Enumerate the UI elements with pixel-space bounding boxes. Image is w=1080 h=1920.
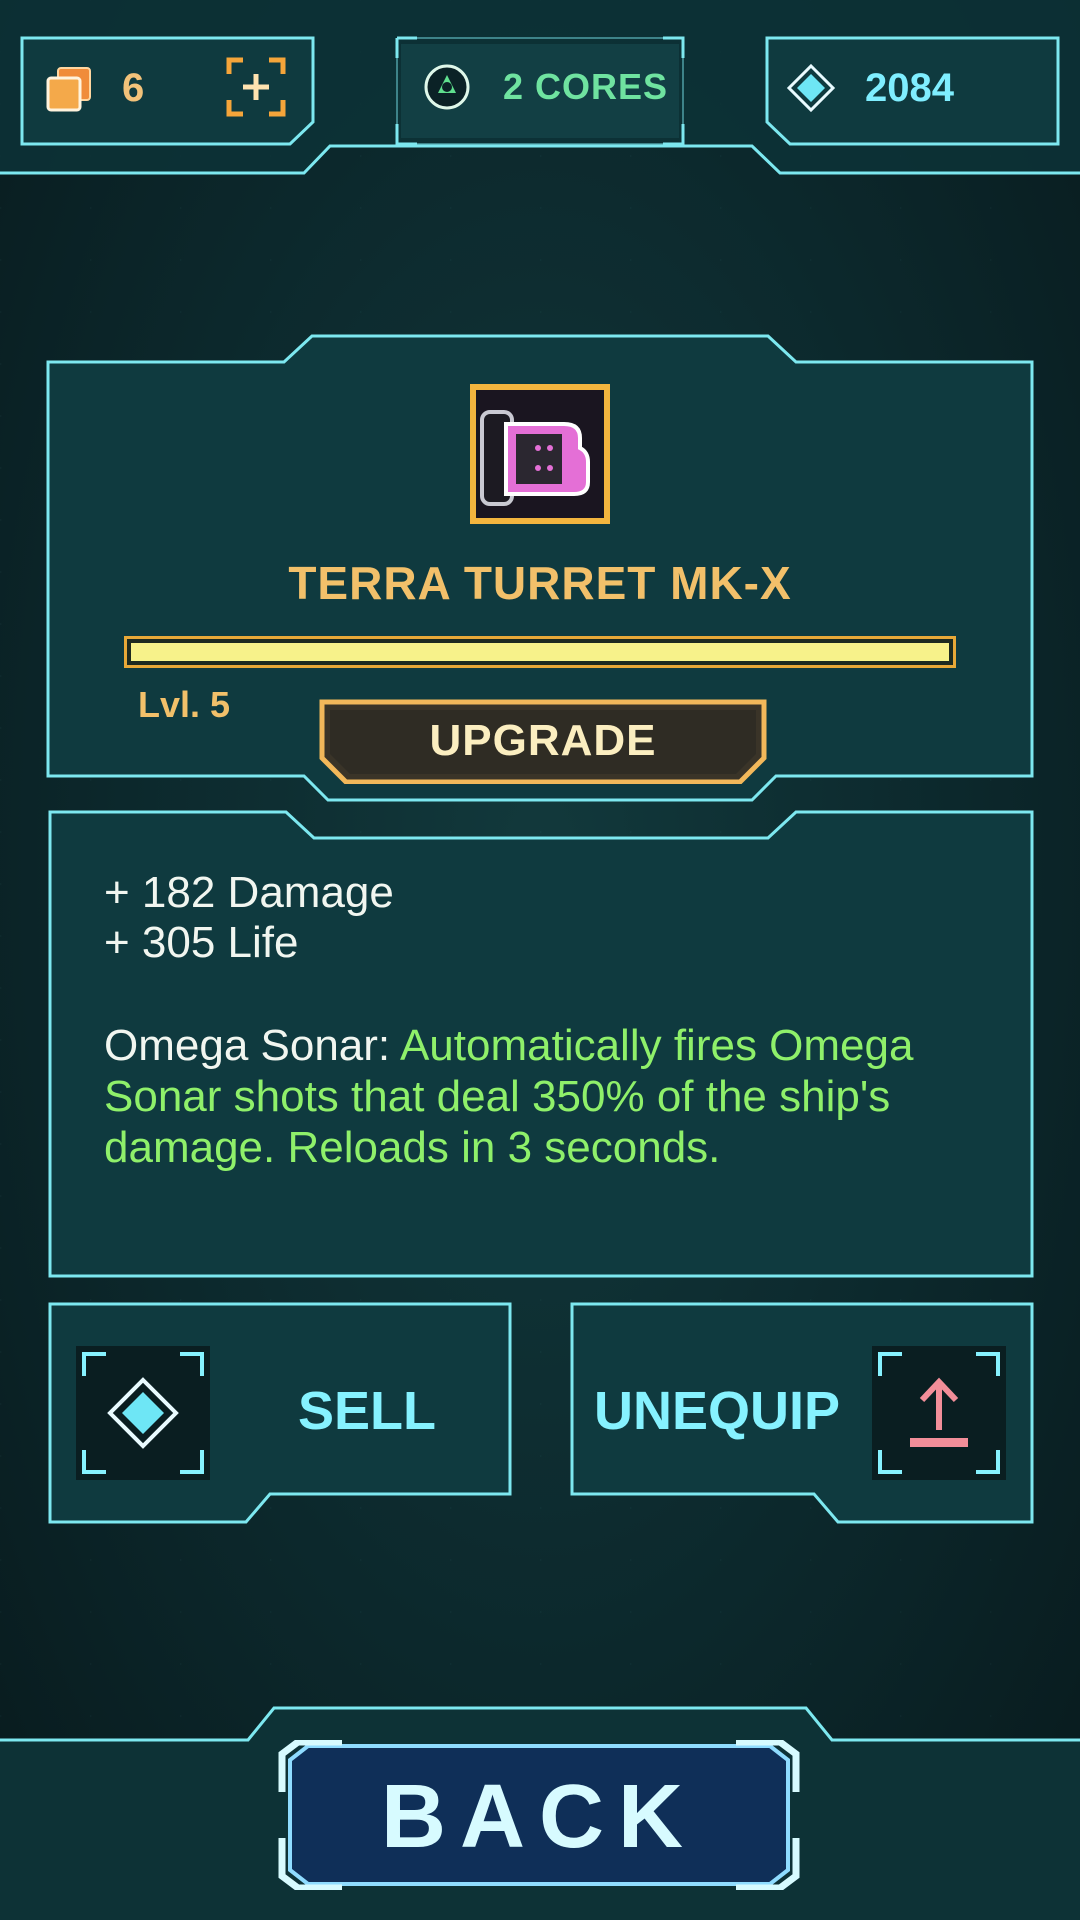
unequip-button[interactable]: UNEQUIP — [570, 1302, 1034, 1524]
unequip-label: UNEQUIP — [594, 1381, 841, 1441]
turret-icon — [470, 384, 610, 524]
stats-panel: + 182 Damage + 305 Life Omega Sonar: Aut… — [48, 810, 1034, 1278]
upgrade-label: UPGRADE — [429, 716, 657, 765]
sell-icon-slot — [76, 1346, 210, 1480]
stat-life: + 305 Life — [104, 918, 299, 967]
xp-progress-fill — [131, 643, 949, 661]
sell-button[interactable]: SELL — [48, 1302, 512, 1524]
add-bracket-icon[interactable] — [225, 56, 287, 118]
ability-name: Omega Sonar: — [104, 1021, 400, 1070]
item-detail-screen: 6 2 CORES 2084 TERRA TURRET MK-X Lvl. 5 … — [0, 0, 1080, 1920]
ability-description: Omega Sonar: Automatically fires Omega S… — [104, 1020, 964, 1173]
cores-label: 2 CORES — [503, 66, 669, 107]
cards-count: 6 — [122, 66, 145, 110]
cores-counter: 2 CORES — [395, 36, 685, 146]
unequip-icon-slot — [872, 1346, 1006, 1480]
item-name: TERRA TURRET MK-X — [288, 557, 792, 609]
stacked-cards-icon — [46, 67, 91, 112]
item-level: Lvl. 5 — [138, 684, 231, 725]
sell-label: SELL — [298, 1381, 437, 1441]
diamond-gem-icon — [786, 63, 836, 113]
gems-count: 2084 — [865, 66, 954, 110]
item-card: TERRA TURRET MK-X Lvl. 5 UPGRADE — [46, 334, 1034, 802]
core-orb-icon — [424, 64, 470, 110]
gem-counter: 2084 — [765, 36, 1060, 146]
stat-damage: + 182 Damage — [104, 868, 394, 917]
card-counter: 6 — [20, 36, 315, 146]
diamond-gem-icon — [107, 1377, 179, 1449]
back-label: BACK — [381, 1767, 697, 1867]
xp-progress-bar — [124, 636, 956, 668]
upgrade-button[interactable]: UPGRADE — [318, 698, 768, 784]
back-button[interactable]: BACK — [278, 1740, 800, 1890]
upload-arrow-icon — [910, 1377, 968, 1447]
